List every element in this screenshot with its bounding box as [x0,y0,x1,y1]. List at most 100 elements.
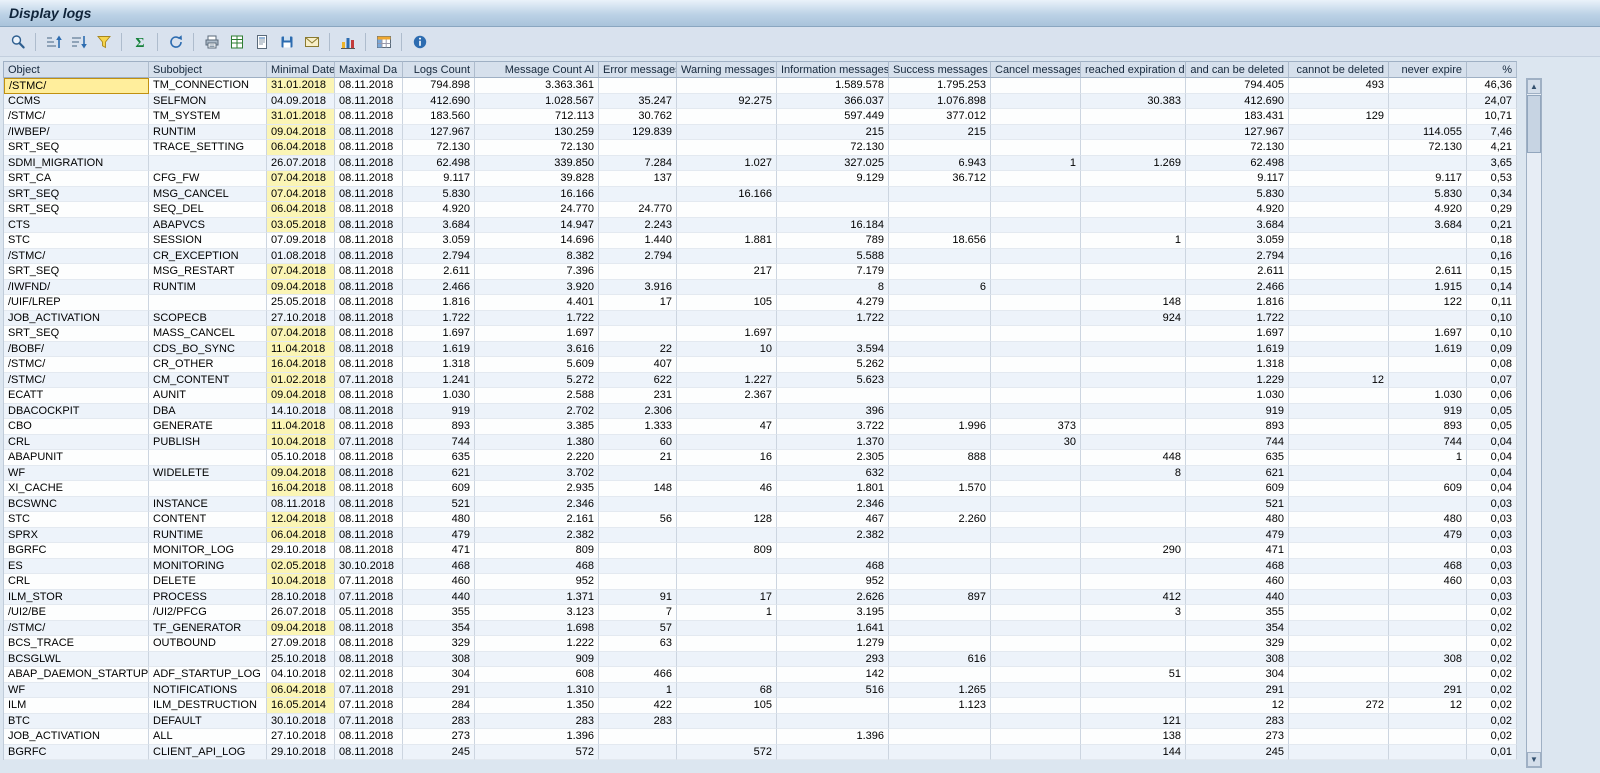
cell-subobject[interactable]: RUNTIM [149,279,267,295]
cell-logs-count[interactable]: 919 [403,403,475,419]
cell-cannot-be-deleted[interactable] [1289,279,1389,295]
cell-cannot-be-deleted[interactable] [1289,589,1389,605]
cell-message-count-all[interactable]: 1.028.567 [475,93,599,109]
cell-object[interactable]: BCSGLWL [4,651,149,667]
cell-reached-expiration[interactable]: 121 [1081,713,1186,729]
cell-logs-count[interactable]: 291 [403,682,475,698]
cell-success-messages[interactable] [889,326,991,342]
cell-information-messages[interactable]: 366.037 [777,93,889,109]
cell-maximal-date[interactable]: 08.11.2018 [335,636,403,652]
cell-error-messages[interactable]: 283 [599,713,677,729]
cell-maximal-date[interactable]: 08.11.2018 [335,465,403,481]
cell-logs-count[interactable]: 521 [403,496,475,512]
cell-cancel-messages[interactable] [991,729,1081,745]
cell-reached-expiration[interactable] [1081,357,1186,373]
cell-can-be-deleted[interactable]: 479 [1186,527,1289,543]
cell-error-messages[interactable]: 466 [599,667,677,683]
column-header-never-expire[interactable]: never expire [1389,61,1467,78]
cell-maximal-date[interactable]: 08.11.2018 [335,481,403,497]
sort-descending-icon[interactable] [67,30,90,53]
cell-can-be-deleted[interactable]: 480 [1186,512,1289,528]
cell-minimal-date[interactable]: 26.07.2018 [267,605,335,621]
cell-error-messages[interactable]: 35.247 [599,93,677,109]
cell-error-messages[interactable]: 407 [599,357,677,373]
cell-object[interactable]: /STMC/ [4,372,149,388]
cell-reached-expiration[interactable]: 924 [1081,310,1186,326]
cell-maximal-date[interactable]: 08.11.2018 [335,186,403,202]
cell-cancel-messages[interactable] [991,450,1081,466]
cell-maximal-date[interactable]: 07.11.2018 [335,434,403,450]
cell-cannot-be-deleted[interactable] [1289,326,1389,342]
cell-minimal-date[interactable]: 29.10.2018 [267,543,335,559]
cell-information-messages[interactable]: 5.588 [777,248,889,264]
cell-object[interactable]: /STMC/ [4,78,149,94]
cell-information-messages[interactable] [777,186,889,202]
cell-never-expire[interactable] [1389,713,1467,729]
cell-information-messages[interactable]: 4.279 [777,295,889,311]
cell-error-messages[interactable]: 63 [599,636,677,652]
cell-error-messages[interactable]: 7 [599,605,677,621]
cell-information-messages[interactable]: 2.305 [777,450,889,466]
cell-cancel-messages[interactable] [991,744,1081,760]
cell-object[interactable]: SDMI_MIGRATION [4,155,149,171]
cell-maximal-date[interactable]: 08.11.2018 [335,341,403,357]
cell-cancel-messages[interactable] [991,481,1081,497]
cell-logs-count[interactable]: 460 [403,574,475,590]
cell-information-messages[interactable]: 3.594 [777,341,889,357]
cell-logs-count[interactable]: 2.611 [403,264,475,280]
cell-maximal-date[interactable]: 07.11.2018 [335,574,403,590]
cell-warning-messages[interactable] [677,574,777,590]
cell-logs-count[interactable]: 1.619 [403,341,475,357]
chart-icon[interactable] [336,30,359,53]
cell-cannot-be-deleted[interactable] [1289,388,1389,404]
cell-warning-messages[interactable] [677,636,777,652]
cell-warning-messages[interactable]: 2.367 [677,388,777,404]
cell-success-messages[interactable] [889,264,991,280]
sort-ascending-icon[interactable] [42,30,65,53]
cell-warning-messages[interactable]: 1.027 [677,155,777,171]
cell-can-be-deleted[interactable]: 183.431 [1186,109,1289,125]
cell-subobject[interactable]: AUNIT [149,388,267,404]
cell-logs-count[interactable]: 412.690 [403,93,475,109]
cell-reached-expiration[interactable]: 144 [1081,744,1186,760]
cell-percent[interactable]: 0,14 [1467,279,1517,295]
cell-success-messages[interactable] [889,388,991,404]
cell-percent[interactable]: 0,03 [1467,589,1517,605]
cell-reached-expiration[interactable] [1081,636,1186,652]
cell-can-be-deleted[interactable]: 9.117 [1186,171,1289,187]
cell-message-count-all[interactable]: 4.401 [475,295,599,311]
cell-error-messages[interactable]: 91 [599,589,677,605]
mail-icon[interactable] [300,30,323,53]
cell-cannot-be-deleted[interactable] [1289,140,1389,156]
cell-logs-count[interactable]: 9.117 [403,171,475,187]
cell-cannot-be-deleted[interactable]: 272 [1289,698,1389,714]
cell-never-expire[interactable]: 1.619 [1389,341,1467,357]
cell-reached-expiration[interactable] [1081,279,1186,295]
cell-subobject[interactable] [149,155,267,171]
cell-object[interactable]: SRT_SEQ [4,264,149,280]
cell-information-messages[interactable]: 9.129 [777,171,889,187]
cell-success-messages[interactable] [889,496,991,512]
cell-object[interactable]: BGRFC [4,744,149,760]
cell-subobject[interactable]: MSG_RESTART [149,264,267,280]
cell-warning-messages[interactable] [677,109,777,125]
cell-can-be-deleted[interactable]: 794.405 [1186,78,1289,94]
cell-minimal-date[interactable]: 07.04.2018 [267,171,335,187]
cell-object[interactable]: XI_CACHE [4,481,149,497]
cell-error-messages[interactable] [599,465,677,481]
cell-never-expire[interactable] [1389,93,1467,109]
cell-success-messages[interactable] [889,527,991,543]
cell-can-be-deleted[interactable]: 1.816 [1186,295,1289,311]
cell-success-messages[interactable]: 616 [889,651,991,667]
cell-information-messages[interactable]: 1.801 [777,481,889,497]
cell-object[interactable]: CRL [4,434,149,450]
cell-maximal-date[interactable]: 08.11.2018 [335,388,403,404]
cell-error-messages[interactable] [599,527,677,543]
cell-object[interactable]: /UI2/BE [4,605,149,621]
cell-subobject[interactable]: WIDELETE [149,465,267,481]
cell-never-expire[interactable]: 893 [1389,419,1467,435]
cell-subobject[interactable]: CLIENT_API_LOG [149,744,267,760]
cell-object[interactable]: BGRFC [4,543,149,559]
cell-warning-messages[interactable] [677,279,777,295]
cell-never-expire[interactable]: 468 [1389,558,1467,574]
